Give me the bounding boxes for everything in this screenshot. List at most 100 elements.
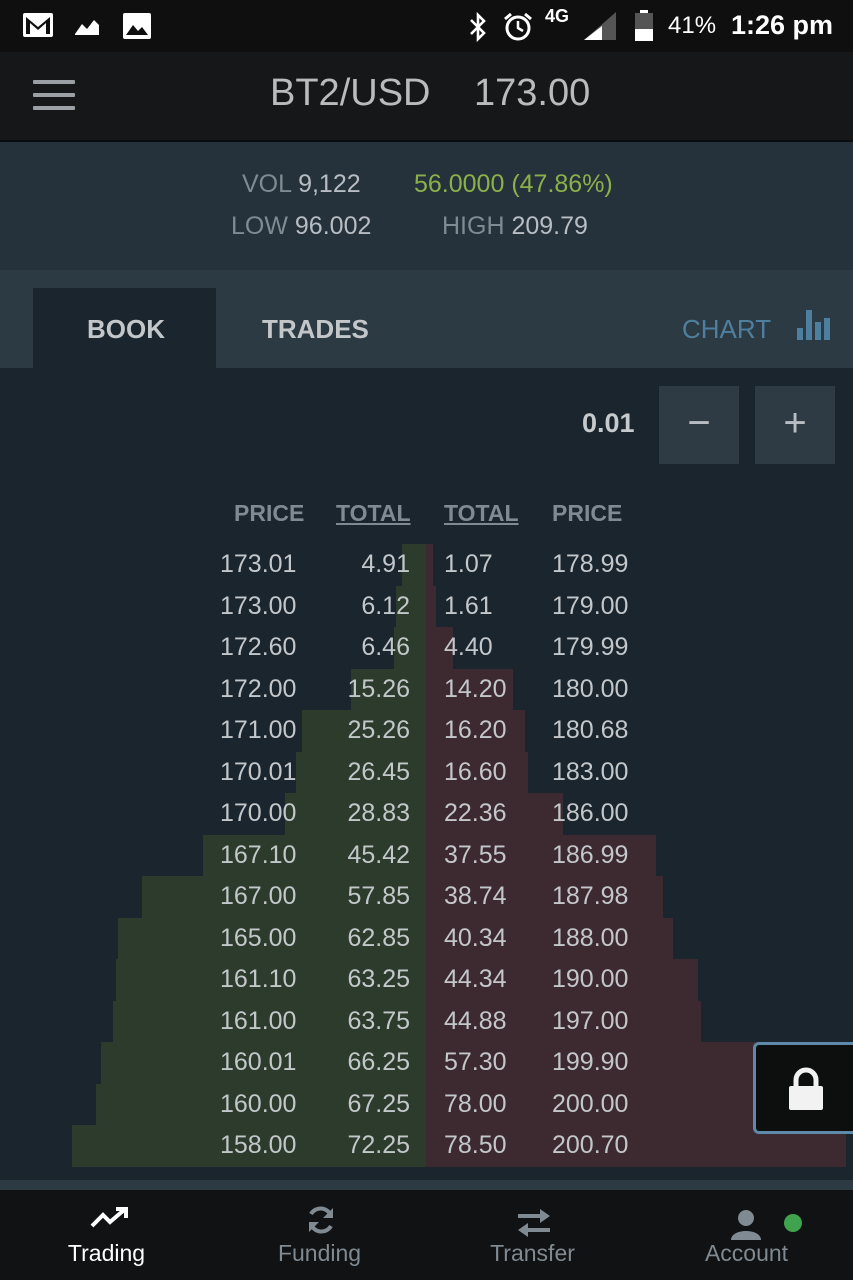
book-row[interactable]: 161.00 63.75 44.88 197.00 (0, 1001, 853, 1043)
book-row[interactable]: 171.00 25.26 16.20 180.68 (0, 710, 853, 752)
nav-account[interactable]: Account (640, 1190, 853, 1280)
bid-total: 4.91 (361, 550, 410, 578)
bid-price: 172.60 (220, 633, 297, 661)
book-row[interactable]: 167.00 57.85 38.74 187.98 (0, 876, 853, 918)
low-stat: LOW 96.002 (231, 212, 371, 241)
nav-transfer-label: Transfer (490, 1240, 575, 1266)
ask-price: 183.00 (552, 757, 629, 786)
ask-total: 16.60 (444, 757, 507, 786)
ask-total: 78.00 (444, 1089, 507, 1118)
nav-trading[interactable]: Trading (0, 1190, 213, 1280)
ask-price: 187.98 (552, 882, 629, 910)
ask-price: 200.70 (552, 1131, 629, 1159)
ask-price: 188.00 (552, 923, 629, 952)
chart-link[interactable]: CHART (682, 314, 771, 345)
bid-total: 15.26 (347, 674, 410, 703)
ask-price: 178.99 (552, 550, 629, 578)
ask-price: 186.00 (552, 799, 629, 827)
clock: 1:26 pm (731, 10, 834, 40)
bid-total: 63.75 (347, 1006, 410, 1035)
ask-price: 180.68 (552, 716, 629, 744)
bid-price: 161.00 (220, 1006, 297, 1035)
bid-price: 165.00 (220, 923, 297, 952)
nav-funding[interactable]: Funding (213, 1190, 426, 1280)
bid-total: 45.42 (347, 840, 410, 869)
book-row[interactable]: 160.00 67.25 78.00 200.00 (0, 1084, 853, 1126)
bid-price: 167.00 (220, 882, 297, 910)
bid-price: 158.00 (220, 1131, 297, 1159)
book-row[interactable]: 160.01 66.25 57.30 199.90 (0, 1042, 853, 1084)
bid-total: 63.25 (347, 965, 410, 993)
low-value: 96.002 (294, 212, 372, 240)
book-row[interactable]: 158.00 72.25 78.50 200.70 (0, 1125, 853, 1167)
high-stat: HIGH 209.79 (442, 212, 588, 241)
network-type: 4G (545, 6, 570, 26)
bid-total: 57.85 (347, 882, 410, 910)
ask-total: 1.07 (444, 550, 493, 578)
book-row[interactable]: 170.00 28.83 22.36 186.00 (0, 793, 853, 835)
ask-total: 44.88 (444, 1006, 507, 1035)
alarm-icon (504, 12, 532, 41)
ask-price: 180.00 (552, 674, 629, 703)
bid-total: 66.25 (347, 1048, 410, 1076)
online-status-dot (784, 1214, 802, 1232)
ask-total: 38.74 (444, 882, 507, 910)
decrease-precision-button[interactable]: − (659, 386, 739, 464)
book-row[interactable]: 161.10 63.25 44.34 190.00 (0, 959, 853, 1001)
bid-total-header[interactable]: TOTAL (336, 500, 411, 527)
ask-price: 179.00 (552, 591, 629, 620)
ask-total: 22.36 (444, 799, 507, 827)
nav-account-label: Account (704, 1240, 789, 1266)
tab-trades[interactable]: TRADES (262, 314, 369, 345)
book-row[interactable]: 172.00 15.26 14.20 180.00 (0, 669, 853, 711)
bid-total: 26.45 (347, 757, 410, 786)
trading-pair: BT2/USD (270, 72, 431, 114)
high-value: 209.79 (511, 212, 588, 240)
transfer-icon (518, 1209, 550, 1237)
book-row[interactable]: 165.00 62.85 40.34 188.00 (0, 918, 853, 960)
bid-total: 67.25 (347, 1089, 410, 1118)
last-price: 173.00 (474, 72, 591, 114)
ask-price: 190.00 (552, 965, 629, 993)
book-row[interactable]: 167.10 45.42 37.55 186.99 (0, 835, 853, 877)
ask-total: 4.40 (444, 633, 493, 661)
ask-total: 37.55 (444, 840, 507, 869)
bid-price: 170.01 (220, 757, 297, 786)
divider (0, 1180, 853, 1190)
bar-chart-icon[interactable] (796, 308, 832, 340)
nav-trading-label: Trading (67, 1240, 146, 1266)
user-icon (731, 1210, 761, 1240)
chart-notification-icon (75, 20, 99, 35)
battery-level: 41% (668, 12, 717, 39)
ask-price: 179.99 (552, 633, 629, 661)
status-bar: 4G 41% 1:26 pm (0, 0, 853, 52)
ask-total: 44.34 (444, 965, 507, 993)
ask-price: 197.00 (552, 1006, 629, 1035)
bid-total: 28.83 (347, 799, 410, 827)
image-icon (123, 13, 151, 39)
tab-bar: BOOK TRADES CHART (0, 270, 853, 368)
app-bar: BT2/USD 173.00 (0, 52, 853, 142)
ask-total-header[interactable]: TOTAL (444, 500, 519, 527)
increase-precision-button[interactable]: + (755, 386, 835, 464)
menu-icon[interactable] (33, 80, 75, 112)
book-row[interactable]: 173.00 6.12 1.61 179.00 (0, 586, 853, 628)
volume-label: VOL (242, 170, 292, 198)
bid-price: 173.00 (220, 591, 297, 620)
nav-transfer[interactable]: Transfer (426, 1190, 639, 1280)
nav-funding-label: Funding (277, 1240, 362, 1266)
book-row[interactable]: 173.01 4.91 1.07 178.99 (0, 544, 853, 586)
trending-up-icon (90, 1207, 128, 1228)
lock-button[interactable] (753, 1042, 853, 1134)
tab-book-label: BOOK (87, 314, 165, 344)
bid-price: 161.10 (220, 965, 297, 993)
ask-price-header: PRICE (552, 500, 623, 526)
ask-price: 200.00 (552, 1089, 629, 1118)
book-row[interactable]: 170.01 26.45 16.60 183.00 (0, 752, 853, 794)
bid-price: 170.00 (220, 799, 297, 827)
book-row[interactable]: 172.60 6.46 4.40 179.99 (0, 627, 853, 669)
precision-value: 0.01 (582, 408, 635, 438)
bid-total: 62.85 (347, 923, 410, 952)
tab-book[interactable]: BOOK (33, 288, 216, 368)
gmail-icon (23, 13, 53, 37)
